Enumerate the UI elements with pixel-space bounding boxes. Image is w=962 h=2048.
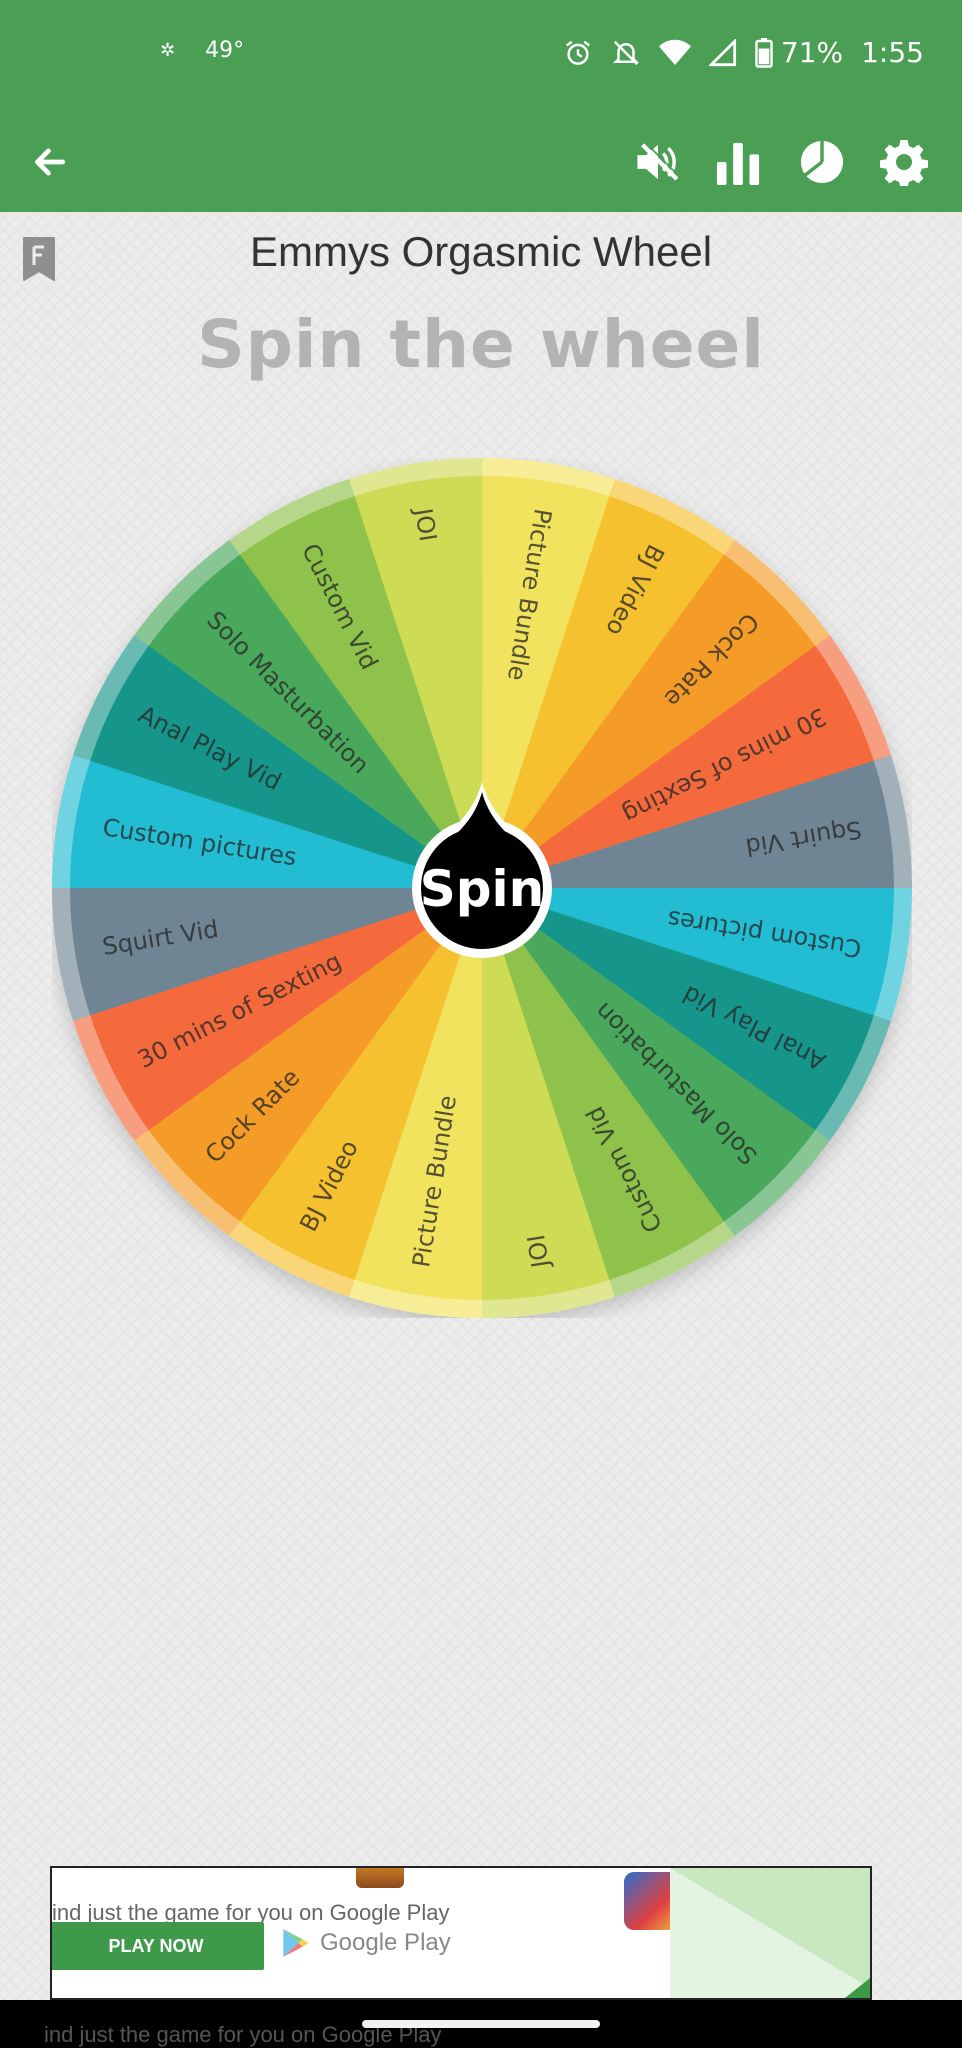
back-button[interactable] [22, 134, 78, 190]
pie-chart-icon [800, 140, 844, 184]
mute-button[interactable] [630, 134, 686, 190]
volume-mute-icon [637, 141, 681, 181]
alarm-icon [563, 38, 593, 68]
ad-game-icon [356, 1868, 404, 1888]
stats-button[interactable] [710, 134, 766, 190]
wheel-segment-label: JOI [522, 1233, 555, 1272]
battery-percent: 71% [780, 36, 844, 69]
pie-chart-button[interactable] [794, 134, 850, 190]
google-play-icon [283, 1929, 309, 1957]
settings-button[interactable] [876, 134, 932, 190]
spin-label: Spin [420, 860, 545, 918]
spin-wheel[interactable]: Picture Bundle BJ Video Cock Rate 30 mins o… [52, 458, 912, 1318]
wheel-title: Emmys Orgasmic Wheel [249, 228, 713, 275]
gear-icon [880, 140, 928, 186]
ad-banner[interactable]: ind just the game for you on Google Play… [50, 1866, 872, 2000]
arrow-left-icon [34, 148, 66, 176]
clock: 1:55 [861, 36, 924, 69]
status-left: ✲ 49° [160, 38, 244, 63]
app-toolbar [0, 110, 962, 212]
battery-icon [755, 37, 773, 68]
bar-chart-icon [716, 142, 760, 185]
system-nav-bar: ind just the game for you on Google Play [0, 2000, 962, 2048]
signal-icon [708, 38, 737, 67]
weather-temp: 49° [205, 38, 245, 63]
status-bar: ✲ 49° 71% 1:55 [0, 0, 962, 110]
status-right: 71% 1:55 [563, 36, 924, 69]
ad-decoration [670, 1868, 870, 1998]
wheel-segment-label: JOI [409, 504, 442, 543]
ad-google-play-badge: Google Play [282, 1928, 451, 1958]
spin-header: Spin the wheel [197, 306, 765, 383]
wifi-icon [658, 39, 691, 67]
home-gesture-handle[interactable] [362, 2020, 600, 2028]
weather-icon: ✲ [160, 40, 176, 61]
do-not-disturb-icon [611, 38, 641, 68]
ad-play-now-button[interactable]: PLAY NOW [52, 1922, 264, 1970]
ad-store-label: Google Play [320, 1929, 451, 1956]
